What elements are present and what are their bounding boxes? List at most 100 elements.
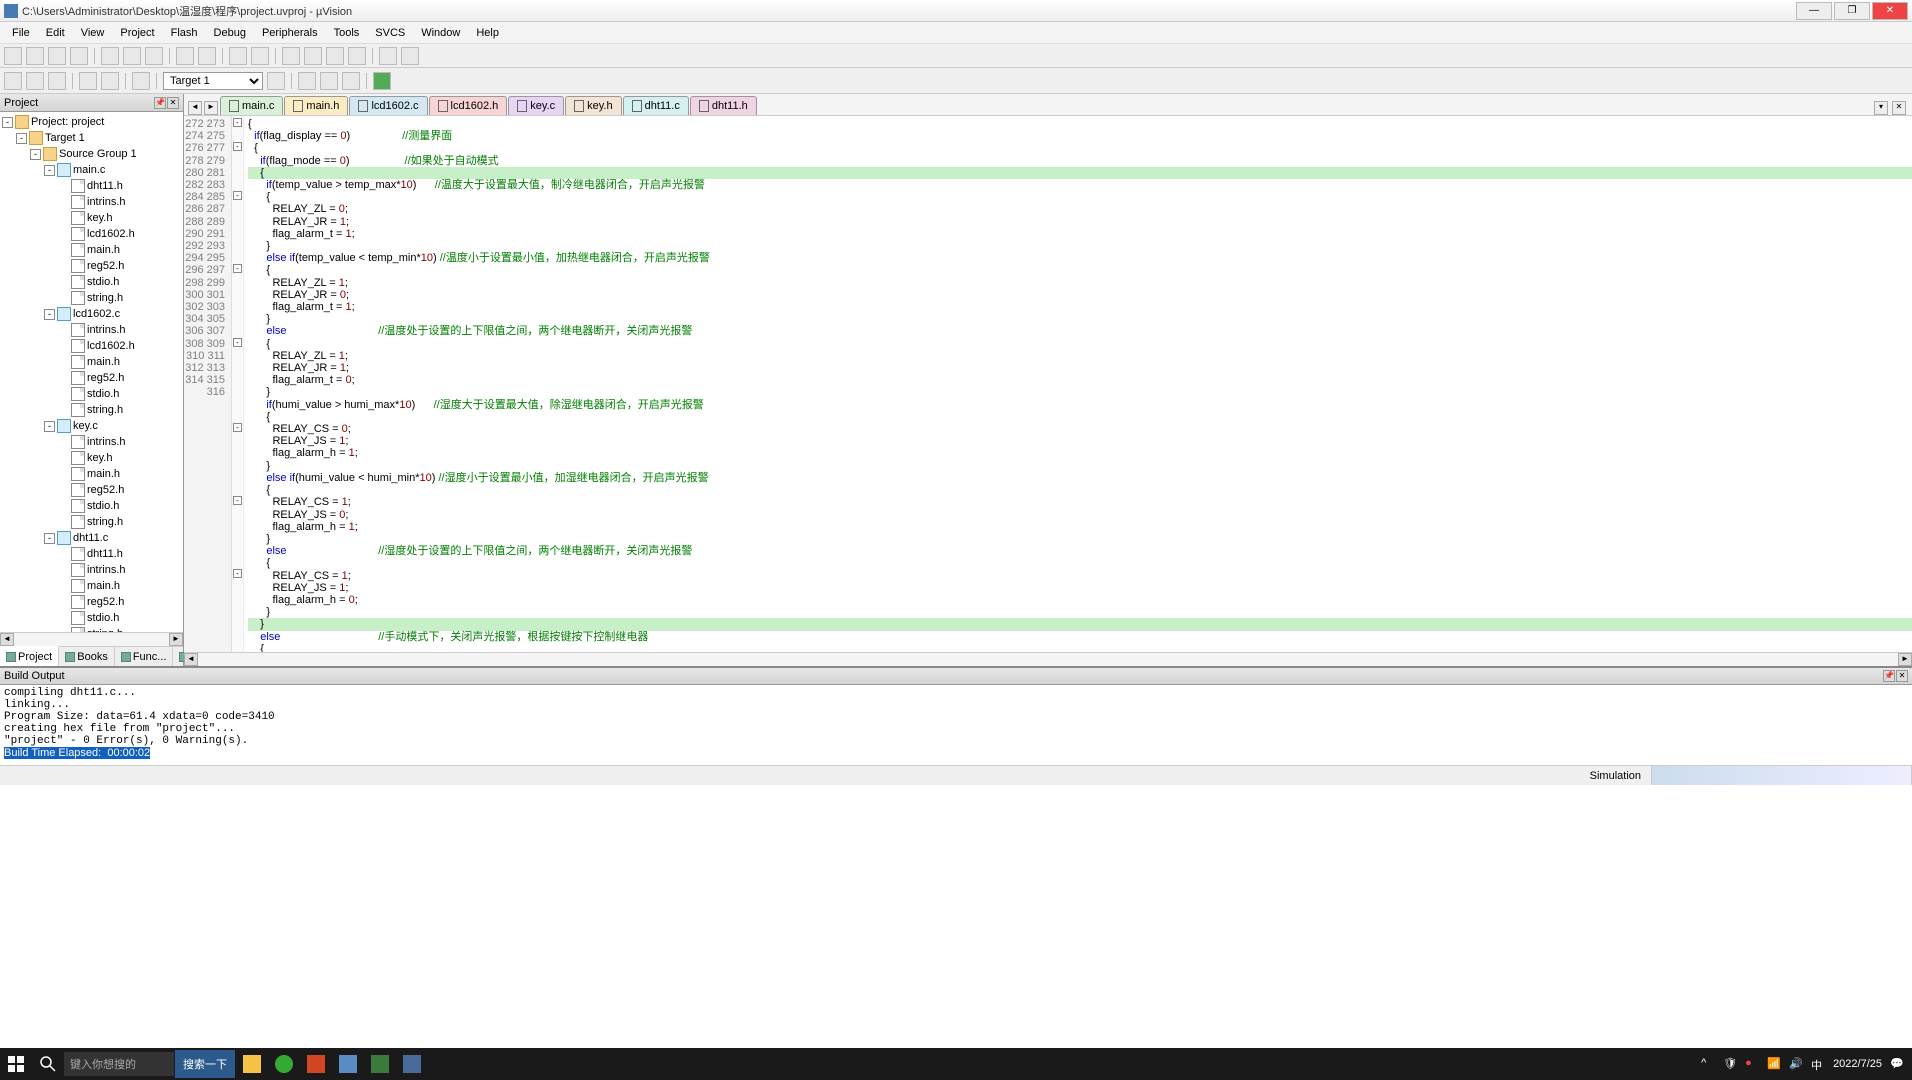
tree-header-intrins.h[interactable]: intrins.h (2, 194, 181, 210)
tab-nav-prev[interactable]: ◄ (188, 101, 202, 115)
code-editor[interactable]: 272 273 274 275 276 277 278 279 280 281 … (184, 116, 1912, 652)
scroll-left-button[interactable]: ◄ (0, 633, 14, 646)
editor-tab-main-c[interactable]: main.c (220, 96, 283, 115)
menu-help[interactable]: Help (468, 25, 507, 41)
debug-button[interactable] (373, 72, 391, 90)
menu-peripherals[interactable]: Peripherals (254, 25, 326, 41)
new-file-button[interactable] (4, 47, 22, 65)
editor-tab-key-h[interactable]: key.h (565, 96, 621, 115)
close-button[interactable]: ✕ (1872, 2, 1908, 20)
minimize-button[interactable]: — (1796, 2, 1832, 20)
project-tab-project[interactable]: Project (0, 646, 59, 666)
fold-toggle[interactable]: - (233, 264, 242, 273)
menu-tools[interactable]: Tools (326, 25, 368, 41)
file-ext-button[interactable] (320, 72, 338, 90)
batch-build-button[interactable] (79, 72, 97, 90)
tree-header-string.h[interactable]: string.h (2, 402, 181, 418)
tree-file-dht11.c[interactable]: -dht11.c (2, 530, 181, 546)
tree-header-reg52.h[interactable]: reg52.h (2, 594, 181, 610)
taskbar-app-browser[interactable] (268, 1050, 300, 1078)
tray-chevron-icon[interactable]: ^ (1701, 1057, 1715, 1071)
editor-scroll-track[interactable] (198, 653, 1898, 666)
open-file-button[interactable] (26, 47, 44, 65)
tree-header-dht11.h[interactable]: dht11.h (2, 178, 181, 194)
outdent-button[interactable] (401, 47, 419, 65)
menu-edit[interactable]: Edit (38, 25, 73, 41)
tree-header-lcd1602.h[interactable]: lcd1602.h (2, 226, 181, 242)
save-all-button[interactable] (70, 47, 88, 65)
fold-toggle[interactable]: - (233, 142, 242, 151)
cut-button[interactable] (101, 47, 119, 65)
build-close-button[interactable]: ✕ (1896, 670, 1908, 682)
taskbar-app-5[interactable] (364, 1050, 396, 1078)
tree-toggle[interactable]: - (2, 117, 13, 128)
manage-button[interactable] (298, 72, 316, 90)
download-button[interactable] (132, 72, 150, 90)
tree-toggle[interactable]: - (16, 133, 27, 144)
tray-network-icon[interactable]: 📶 (1767, 1057, 1781, 1071)
tree-file-lcd1602.c[interactable]: -lcd1602.c (2, 306, 181, 322)
paste-button[interactable] (145, 47, 163, 65)
tree-header-string.h[interactable]: string.h (2, 290, 181, 306)
copy-button[interactable] (123, 47, 141, 65)
tree-toggle[interactable]: - (44, 421, 55, 432)
taskbar-clock[interactable]: 2022/7/25 (1833, 1059, 1882, 1070)
menu-project[interactable]: Project (112, 25, 162, 41)
tree-header-intrins.h[interactable]: intrins.h (2, 434, 181, 450)
tree-root[interactable]: -Project: project (2, 114, 181, 130)
editor-tab-dht11-h[interactable]: dht11.h (690, 96, 757, 115)
taskbar-app-ppt[interactable] (300, 1050, 332, 1078)
fold-toggle[interactable]: - (233, 338, 242, 347)
taskbar-app-6[interactable] (396, 1050, 428, 1078)
scroll-right-button[interactable]: ► (169, 633, 183, 646)
undo-button[interactable] (176, 47, 194, 65)
bookmark-button[interactable] (282, 47, 300, 65)
tree-header-stdio.h[interactable]: stdio.h (2, 386, 181, 402)
code-content[interactable]: { if(flag_display == 0) //测量界面 { if(flag… (244, 116, 1912, 652)
tray-notifications-icon[interactable]: 💬 (1890, 1057, 1904, 1071)
nav-forward-button[interactable] (251, 47, 269, 65)
books-button[interactable] (342, 72, 360, 90)
tray-volume-icon[interactable]: 🔊 (1789, 1057, 1803, 1071)
bookmark-clear-button[interactable] (348, 47, 366, 65)
scroll-track[interactable] (14, 633, 169, 646)
tree-header-intrins.h[interactable]: intrins.h (2, 322, 181, 338)
fold-column[interactable]: -------- (232, 116, 244, 652)
menu-svcs[interactable]: SVCS (367, 25, 413, 41)
editor-tab-lcd1602-h[interactable]: lcd1602.h (429, 96, 508, 115)
panel-pin-button[interactable]: 📌 (154, 97, 166, 109)
panel-close-button[interactable]: ✕ (167, 97, 179, 109)
taskbar-search-pill[interactable]: 搜索一下 (175, 1050, 235, 1078)
taskbar-app-explorer[interactable] (236, 1050, 268, 1078)
tree-toggle[interactable]: - (44, 165, 55, 176)
tree-header-stdio.h[interactable]: stdio.h (2, 610, 181, 626)
menu-view[interactable]: View (73, 25, 113, 41)
editor-hscroll[interactable]: ◄ ► (184, 652, 1912, 666)
tree-header-stdio.h[interactable]: stdio.h (2, 498, 181, 514)
redo-button[interactable] (198, 47, 216, 65)
tree-toggle[interactable]: - (44, 533, 55, 544)
tray-ime-icon[interactable]: 中 (1811, 1057, 1825, 1071)
maximize-button[interactable]: ❐ (1834, 2, 1870, 20)
menu-file[interactable]: File (4, 25, 38, 41)
tree-header-key.h[interactable]: key.h (2, 210, 181, 226)
build-pin-button[interactable]: 📌 (1883, 670, 1895, 682)
tree-header-main.h[interactable]: main.h (2, 466, 181, 482)
tree-header-intrins.h[interactable]: intrins.h (2, 562, 181, 578)
tree-header-main.h[interactable]: main.h (2, 242, 181, 258)
editor-tab-lcd1602-c[interactable]: lcd1602.c (349, 96, 427, 115)
tree-group[interactable]: -Source Group 1 (2, 146, 181, 162)
tree-header-reg52.h[interactable]: reg52.h (2, 370, 181, 386)
tree-header-reg52.h[interactable]: reg52.h (2, 258, 181, 274)
menu-flash[interactable]: Flash (163, 25, 206, 41)
tree-header-main.h[interactable]: main.h (2, 354, 181, 370)
project-tab-func[interactable]: Func... (115, 647, 174, 666)
tree-header-dht11.h[interactable]: dht11.h (2, 546, 181, 562)
taskbar-app-keil[interactable] (332, 1050, 364, 1078)
search-icon[interactable] (32, 1048, 64, 1080)
tab-nav-next[interactable]: ► (204, 101, 218, 115)
fold-toggle[interactable]: - (233, 569, 242, 578)
tree-header-reg52.h[interactable]: reg52.h (2, 482, 181, 498)
tray-record-icon[interactable]: ● (1745, 1057, 1759, 1071)
bookmark-next-button[interactable] (326, 47, 344, 65)
